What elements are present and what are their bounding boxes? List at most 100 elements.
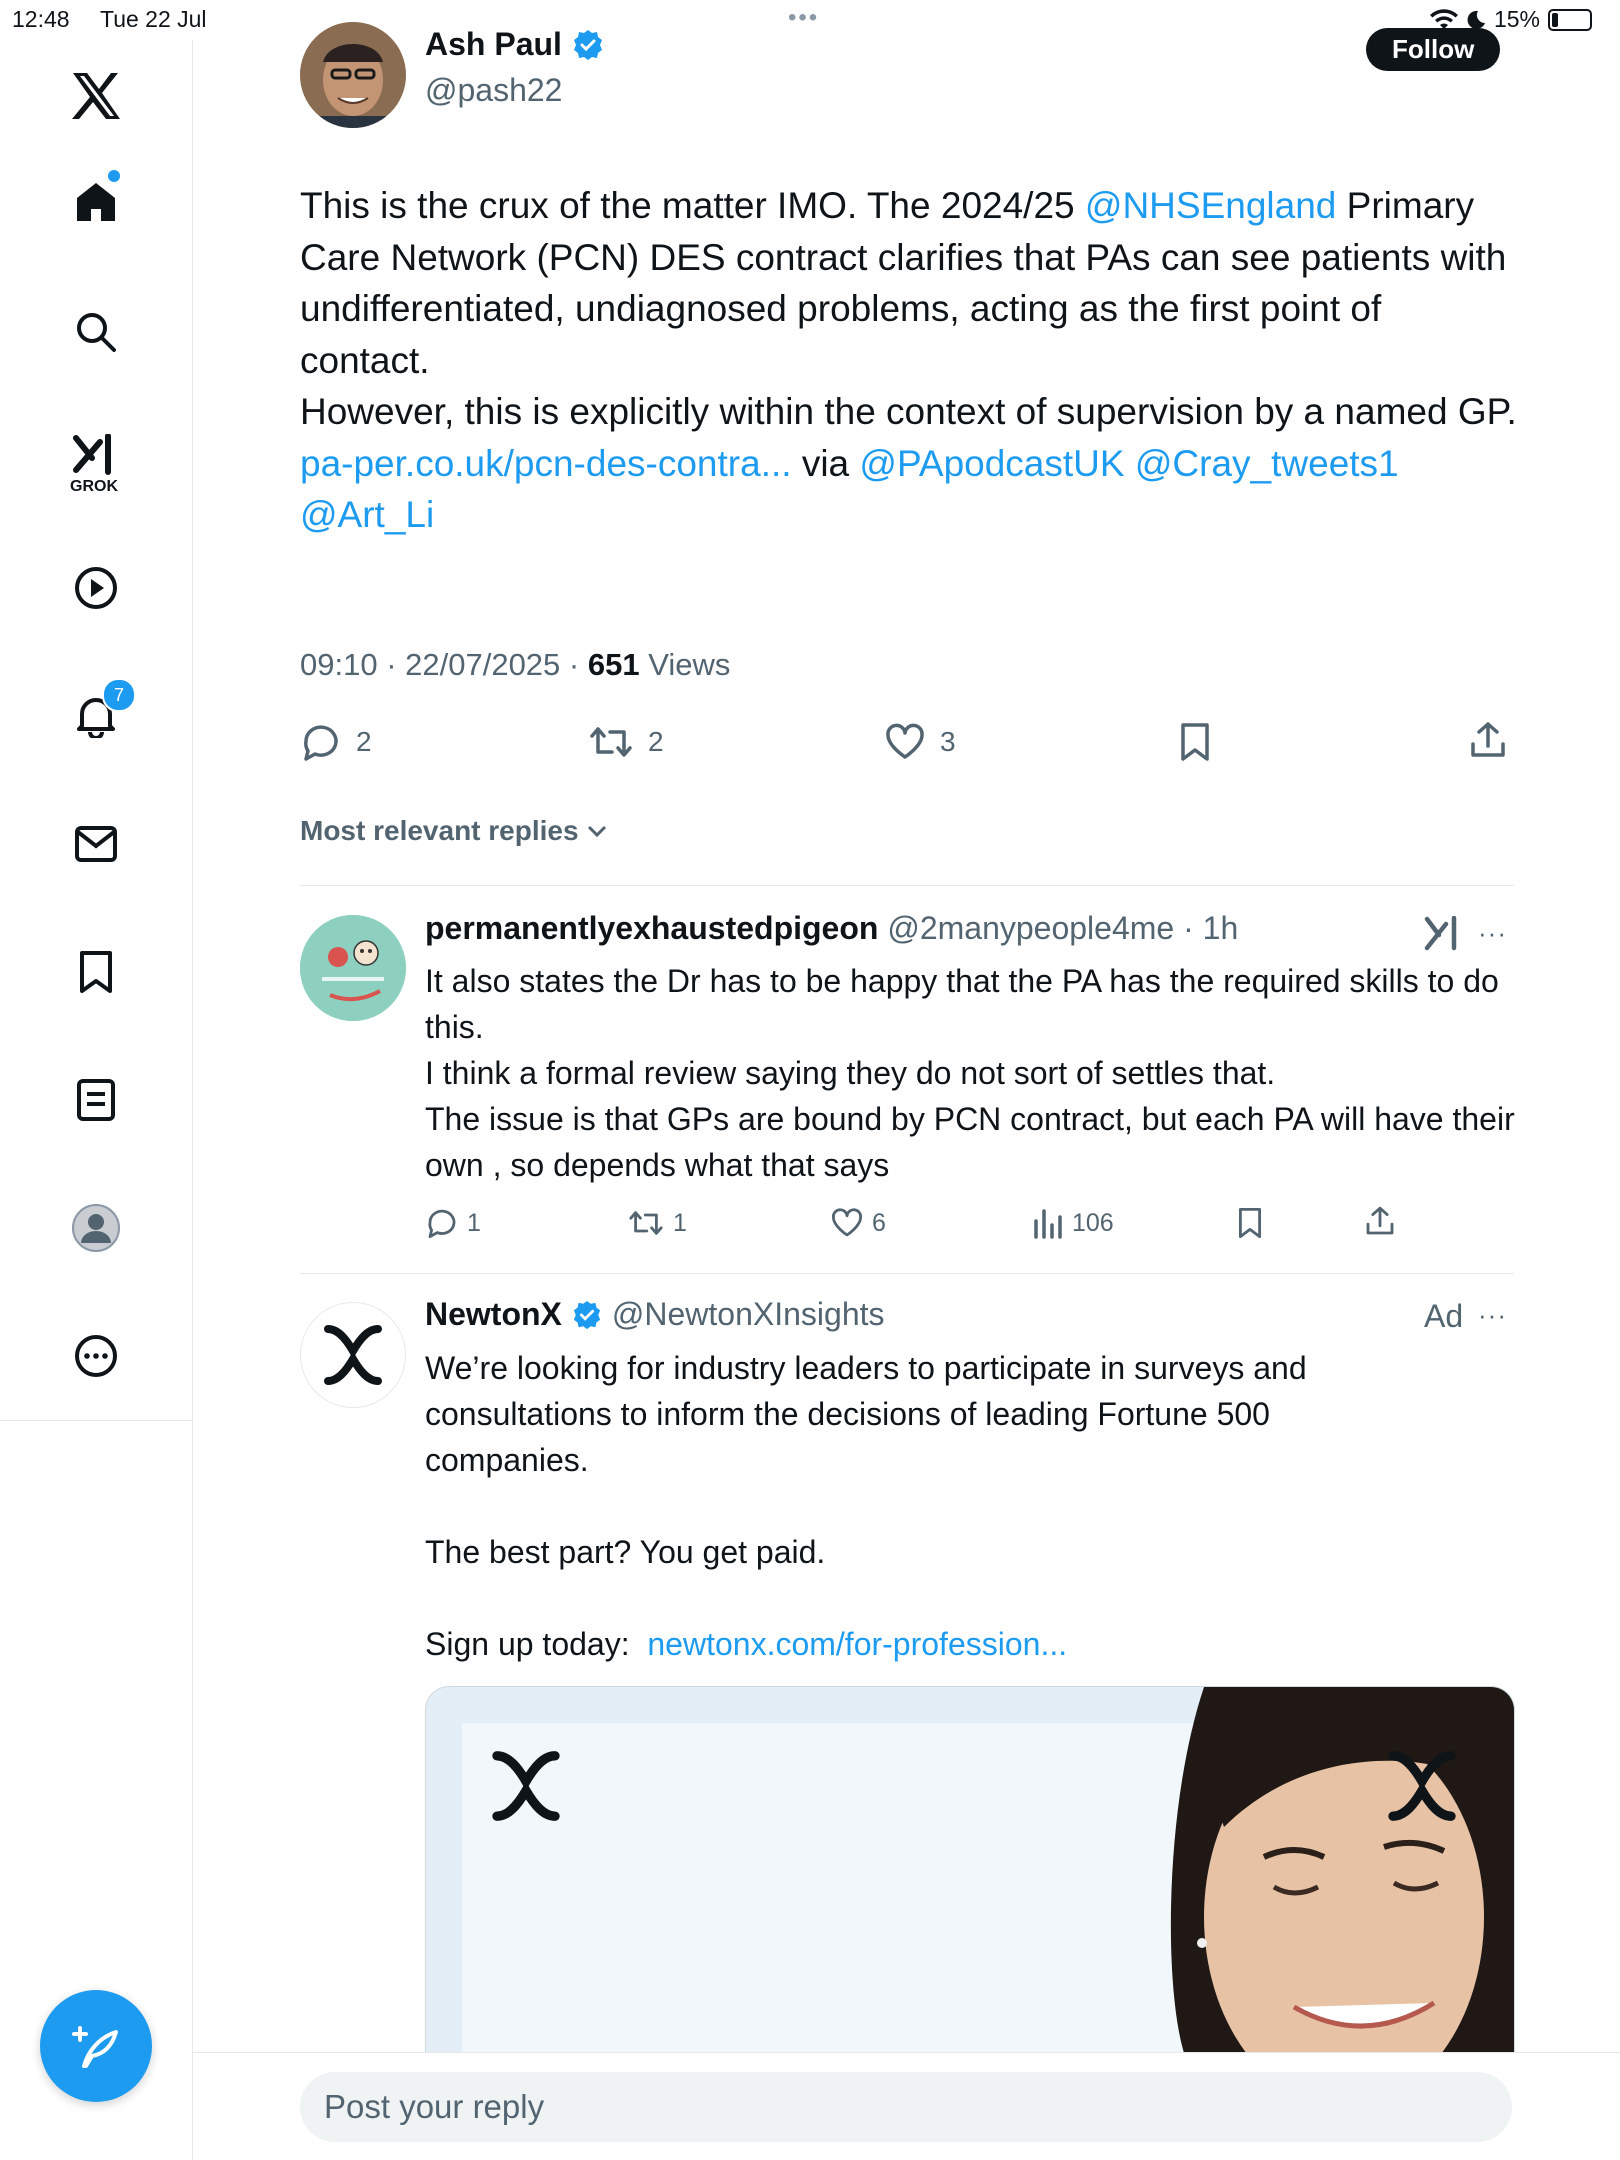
- follow-button[interactable]: Follow: [1366, 28, 1501, 71]
- heart-icon: [886, 723, 924, 759]
- ad-author-avatar[interactable]: [300, 1302, 406, 1408]
- compose-post-button[interactable]: [40, 1990, 152, 2102]
- mention-art-li[interactable]: @Art_Li: [300, 494, 434, 535]
- reply-share-action[interactable]: [1364, 1205, 1396, 1237]
- divider: [300, 1273, 1514, 1274]
- like-action[interactable]: 3: [884, 722, 956, 762]
- ad-media-card[interactable]: [425, 1686, 1515, 2053]
- profile-avatar-icon[interactable]: [70, 1202, 122, 1254]
- ad-more-icon[interactable]: ···: [1478, 1300, 1507, 1331]
- ad-author-name[interactable]: NewtonX: [425, 1296, 562, 1333]
- ad-photo-woman: [1170, 1687, 1514, 2053]
- reply-author-handle[interactable]: @2manypeople4me: [887, 910, 1174, 946]
- reply-views-count: 106: [1072, 1208, 1114, 1237]
- ad-author-handle[interactable]: @NewtonXInsights: [612, 1296, 885, 1333]
- reply-more-icon[interactable]: ···: [1478, 918, 1507, 949]
- reply-header: permanentlyexhaustedpigeon @2manypeople4…: [425, 910, 1238, 947]
- reply-like-count: 6: [872, 1208, 886, 1237]
- author-avatar[interactable]: [300, 22, 406, 128]
- repost-count: 2: [648, 726, 664, 757]
- tweet-views-label: Views: [648, 647, 731, 682]
- tweet-meta: 09:10 · 22/07/2025 · 651 Views: [300, 647, 731, 682]
- replies-sort-label: Most relevant replies: [300, 815, 579, 846]
- reply-icon: [304, 725, 338, 761]
- separator-dot: ·: [1174, 910, 1203, 946]
- tweet-time[interactable]: 09:10: [300, 647, 378, 682]
- reply-reply-count: 1: [467, 1208, 481, 1237]
- lists-icon[interactable]: [70, 1074, 122, 1126]
- reply-line-2: I think a formal review saying they do n…: [425, 1055, 1276, 1091]
- reply-line-3: The issue is that GPs are bound by PCN c…: [425, 1101, 1515, 1183]
- ad-paragraph-1: We’re looking for industry leaders to pa…: [425, 1350, 1307, 1478]
- ad-body: We’re looking for industry leaders to pa…: [425, 1345, 1425, 1667]
- ad-label: Ad: [1424, 1298, 1464, 1334]
- views-bar-chart-icon: [1034, 1209, 1062, 1239]
- chevron-down-icon: [587, 825, 606, 838]
- reply-input[interactable]: Post your reply: [300, 2072, 1512, 2142]
- share-icon: [1366, 1206, 1394, 1235]
- x-logo-icon[interactable]: [70, 70, 122, 122]
- mention-nhsengland[interactable]: @NHSEngland: [1085, 185, 1336, 226]
- bookmarks-icon[interactable]: [70, 946, 122, 998]
- grok-explain-icon[interactable]: [1424, 915, 1462, 957]
- reply-icon: [428, 1209, 456, 1238]
- bookmark-action[interactable]: [1178, 722, 1212, 762]
- reply-body: It also states the Dr has to be happy th…: [425, 958, 1520, 1188]
- search-icon[interactable]: [70, 306, 122, 358]
- more-options-icon[interactable]: [70, 1330, 122, 1382]
- moon-icon: [1467, 10, 1485, 29]
- author-name-row[interactable]: Ash Paul: [425, 26, 604, 63]
- repost-action[interactable]: 2: [588, 722, 664, 762]
- reply-repost-action[interactable]: 1: [627, 1207, 687, 1239]
- repost-icon: [590, 727, 632, 757]
- video-icon[interactable]: [70, 562, 122, 614]
- ad-header: NewtonX @NewtonXInsights: [425, 1296, 885, 1333]
- battery-percent: 15%: [1493, 6, 1540, 32]
- author-handle[interactable]: @pash22: [425, 72, 562, 109]
- multitasking-dots-icon[interactable]: •••: [788, 4, 819, 32]
- bookmark-icon: [1239, 1208, 1262, 1238]
- reply-repost-count: 1: [673, 1208, 687, 1237]
- divider: [300, 885, 1514, 886]
- sidebar-divider: [0, 1420, 192, 1421]
- sidebar: GROK 7: [0, 40, 193, 2160]
- reply-count: 2: [356, 726, 372, 757]
- reply-like-action[interactable]: 6: [830, 1207, 886, 1239]
- share-action[interactable]: [1468, 720, 1508, 760]
- status-date: Tue 22 Jul: [100, 6, 207, 32]
- reply-author-avatar[interactable]: [300, 915, 406, 1021]
- reply-views-action[interactable]: 106: [1032, 1207, 1114, 1239]
- author-name[interactable]: Ash Paul: [425, 26, 562, 63]
- tweet-paragraph-1: This is the crux of the matter IMO. The …: [300, 180, 1520, 386]
- notifications-bell-icon[interactable]: 7: [70, 678, 136, 742]
- tweet-views-count: 651: [587, 647, 640, 682]
- ad-paragraph-3: Sign up today: newtonx.com/for-professio…: [425, 1621, 1425, 1667]
- tweet-text-part: This is the crux of the matter IMO. The …: [300, 185, 1085, 226]
- status-time: 12:48: [12, 6, 70, 32]
- reply-author-name[interactable]: permanentlyexhaustedpigeon: [425, 910, 878, 946]
- tweet-date[interactable]: 22/07/2025: [405, 647, 560, 682]
- via-text: via: [791, 442, 860, 484]
- home-unread-dot: [108, 170, 120, 182]
- notifications-count-badge: 7: [102, 678, 136, 712]
- reply-bookmark-action[interactable]: [1236, 1207, 1264, 1239]
- grok-label: GROK: [70, 478, 118, 495]
- tweet-link[interactable]: pa-per.co.uk/pcn-des-contra...: [300, 443, 792, 484]
- battery-icon: [1548, 8, 1592, 31]
- reply-reply-action[interactable]: 1: [425, 1207, 481, 1239]
- grok-icon[interactable]: [70, 430, 122, 482]
- mention-cray-tweets1[interactable]: @Cray_tweets1: [1135, 443, 1399, 484]
- bookmark-icon: [1181, 723, 1209, 761]
- share-icon: [1471, 722, 1505, 757]
- repost-icon: [629, 1211, 663, 1235]
- ad-link[interactable]: newtonx.com/for-profession...: [647, 1626, 1067, 1662]
- verified-badge-icon: [573, 29, 602, 60]
- mention-papodcastuk[interactable]: @PApodcastUK: [859, 443, 1124, 484]
- messages-envelope-icon[interactable]: [70, 818, 122, 870]
- tweet-paragraph-3: pa-per.co.uk/pcn-des-contra... via @PApo…: [300, 438, 1520, 541]
- replies-sort-dropdown[interactable]: Most relevant replies: [300, 815, 609, 847]
- home-icon[interactable]: [70, 170, 122, 228]
- ad-paragraph-2: The best part? You get paid.: [425, 1534, 826, 1570]
- reply-age[interactable]: 1h: [1203, 910, 1239, 946]
- reply-action[interactable]: 2: [300, 722, 372, 762]
